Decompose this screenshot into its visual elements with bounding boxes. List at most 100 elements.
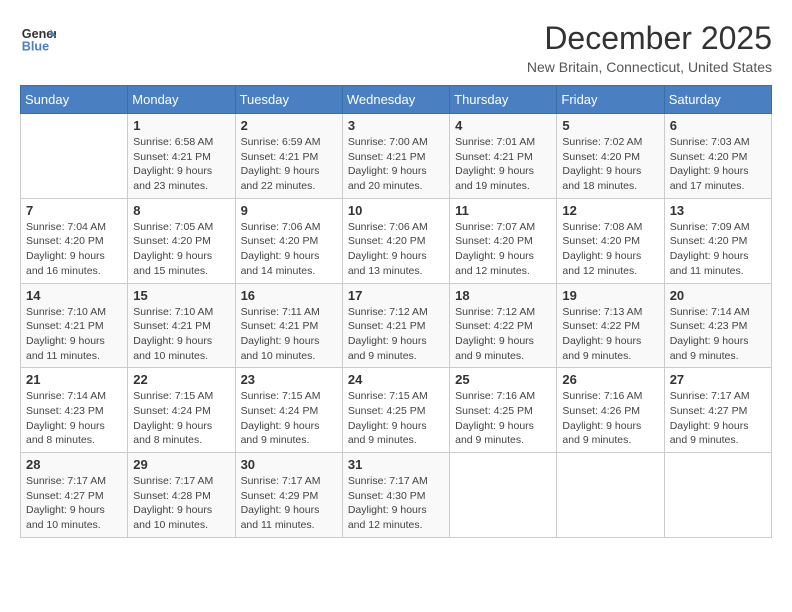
calendar-day-header: Wednesday: [342, 86, 449, 114]
day-info: Sunrise: 7:14 AM Sunset: 4:23 PM Dayligh…: [670, 305, 766, 364]
day-info: Sunrise: 7:10 AM Sunset: 4:21 PM Dayligh…: [26, 305, 122, 364]
day-info: Sunrise: 7:08 AM Sunset: 4:20 PM Dayligh…: [562, 220, 658, 279]
calendar-cell: [450, 453, 557, 538]
day-number: 11: [455, 203, 551, 218]
day-info: Sunrise: 7:04 AM Sunset: 4:20 PM Dayligh…: [26, 220, 122, 279]
calendar-cell: 5 Sunrise: 7:02 AM Sunset: 4:20 PM Daylig…: [557, 114, 664, 199]
day-info: Sunrise: 7:15 AM Sunset: 4:24 PM Dayligh…: [241, 389, 337, 448]
day-info: Sunrise: 7:09 AM Sunset: 4:20 PM Dayligh…: [670, 220, 766, 279]
day-number: 31: [348, 457, 444, 472]
page-header: General Blue December 2025 New Britain, …: [20, 20, 772, 75]
month-title: December 2025: [527, 20, 772, 57]
logo: General Blue: [20, 20, 60, 56]
calendar-cell: 21 Sunrise: 7:14 AM Sunset: 4:23 PM Dayli…: [21, 368, 128, 453]
day-number: 10: [348, 203, 444, 218]
calendar-cell: 15Sunrise: 7:10 AM Sunset: 4:21 PM Dayli…: [128, 283, 235, 368]
day-number: 26: [562, 372, 658, 387]
calendar-cell: 3Sunrise: 7:00 AM Sunset: 4:21 PM Daylig…: [342, 114, 449, 199]
calendar-cell: 17Sunrise: 7:12 AM Sunset: 4:21 PM Dayli…: [342, 283, 449, 368]
day-info: Sunrise: 7:17 AM Sunset: 4:30 PM Dayligh…: [348, 474, 444, 533]
calendar-header-row: SundayMondayTuesdayWednesdayThursdayFrid…: [21, 86, 772, 114]
day-number: 29: [133, 457, 229, 472]
calendar-week-row: 1Sunrise: 6:58 AM Sunset: 4:21 PM Daylig…: [21, 114, 772, 199]
day-number: 22: [133, 372, 229, 387]
day-info: Sunrise: 7:13 AM Sunset: 4:22 PM Dayligh…: [562, 305, 658, 364]
day-info: Sunrise: 7:05 AM Sunset: 4:20 PM Dayligh…: [133, 220, 229, 279]
day-number: 9: [241, 203, 337, 218]
calendar-cell: 12 Sunrise: 7:08 AM Sunset: 4:20 PM Dayli…: [557, 198, 664, 283]
calendar-cell: [557, 453, 664, 538]
day-number: 28: [26, 457, 122, 472]
calendar-cell: 29 Sunrise: 7:17 AM Sunset: 4:28 PM Dayli…: [128, 453, 235, 538]
day-info: Sunrise: 7:17 AM Sunset: 4:27 PM Dayligh…: [670, 389, 766, 448]
calendar-week-row: 21 Sunrise: 7:14 AM Sunset: 4:23 PM Dayli…: [21, 368, 772, 453]
day-info: Sunrise: 7:07 AM Sunset: 4:20 PM Dayligh…: [455, 220, 551, 279]
location-title: New Britain, Connecticut, United States: [527, 59, 772, 75]
day-info: Sunrise: 7:03 AM Sunset: 4:20 PM Dayligh…: [670, 135, 766, 194]
day-number: 25: [455, 372, 551, 387]
day-info: Sunrise: 7:17 AM Sunset: 4:27 PM Dayligh…: [26, 474, 122, 533]
logo-icon: General Blue: [20, 20, 56, 56]
day-number: 2: [241, 118, 337, 133]
calendar-cell: 13 Sunrise: 7:09 AM Sunset: 4:20 PM Dayli…: [664, 198, 771, 283]
svg-text:Blue: Blue: [22, 40, 49, 54]
calendar-cell: 22Sunrise: 7:15 AM Sunset: 4:24 PM Dayli…: [128, 368, 235, 453]
calendar-cell: 20 Sunrise: 7:14 AM Sunset: 4:23 PM Dayli…: [664, 283, 771, 368]
calendar-table: SundayMondayTuesdayWednesdayThursdayFrid…: [20, 85, 772, 538]
calendar-cell: 24 Sunrise: 7:15 AM Sunset: 4:25 PM Dayli…: [342, 368, 449, 453]
calendar-cell: 30Sunrise: 7:17 AM Sunset: 4:29 PM Dayli…: [235, 453, 342, 538]
calendar-day-header: Monday: [128, 86, 235, 114]
day-number: 14: [26, 288, 122, 303]
calendar-cell: 2Sunrise: 6:59 AM Sunset: 4:21 PM Daylig…: [235, 114, 342, 199]
day-info: Sunrise: 7:14 AM Sunset: 4:23 PM Dayligh…: [26, 389, 122, 448]
calendar-cell: 26 Sunrise: 7:16 AM Sunset: 4:26 PM Dayli…: [557, 368, 664, 453]
day-info: Sunrise: 7:12 AM Sunset: 4:22 PM Dayligh…: [455, 305, 551, 364]
day-number: 7: [26, 203, 122, 218]
calendar-cell: 28 Sunrise: 7:17 AM Sunset: 4:27 PM Dayli…: [21, 453, 128, 538]
day-number: 20: [670, 288, 766, 303]
day-number: 6: [670, 118, 766, 133]
day-info: Sunrise: 7:15 AM Sunset: 4:25 PM Dayligh…: [348, 389, 444, 448]
calendar-day-header: Saturday: [664, 86, 771, 114]
day-info: Sunrise: 7:17 AM Sunset: 4:29 PM Dayligh…: [241, 474, 337, 533]
calendar-body: 1Sunrise: 6:58 AM Sunset: 4:21 PM Daylig…: [21, 114, 772, 538]
day-number: 23: [241, 372, 337, 387]
day-number: 3: [348, 118, 444, 133]
title-block: December 2025 New Britain, Connecticut, …: [527, 20, 772, 75]
day-info: Sunrise: 7:16 AM Sunset: 4:25 PM Dayligh…: [455, 389, 551, 448]
day-number: 13: [670, 203, 766, 218]
calendar-cell: [21, 114, 128, 199]
day-number: 12: [562, 203, 658, 218]
calendar-cell: 10 Sunrise: 7:06 AM Sunset: 4:20 PM Dayli…: [342, 198, 449, 283]
calendar-cell: 8Sunrise: 7:05 AM Sunset: 4:20 PM Daylig…: [128, 198, 235, 283]
day-number: 19: [562, 288, 658, 303]
calendar-cell: 7 Sunrise: 7:04 AM Sunset: 4:20 PM Daylig…: [21, 198, 128, 283]
day-number: 27: [670, 372, 766, 387]
day-number: 24: [348, 372, 444, 387]
day-number: 5: [562, 118, 658, 133]
day-info: Sunrise: 7:16 AM Sunset: 4:26 PM Dayligh…: [562, 389, 658, 448]
day-number: 1: [133, 118, 229, 133]
calendar-cell: 18 Sunrise: 7:12 AM Sunset: 4:22 PM Dayli…: [450, 283, 557, 368]
calendar-cell: 19 Sunrise: 7:13 AM Sunset: 4:22 PM Dayli…: [557, 283, 664, 368]
calendar-cell: 27 Sunrise: 7:17 AM Sunset: 4:27 PM Dayli…: [664, 368, 771, 453]
day-info: Sunrise: 7:06 AM Sunset: 4:20 PM Dayligh…: [348, 220, 444, 279]
calendar-cell: 9 Sunrise: 7:06 AM Sunset: 4:20 PM Daylig…: [235, 198, 342, 283]
calendar-cell: 16 Sunrise: 7:11 AM Sunset: 4:21 PM Dayli…: [235, 283, 342, 368]
calendar-cell: 23 Sunrise: 7:15 AM Sunset: 4:24 PM Dayli…: [235, 368, 342, 453]
day-info: Sunrise: 7:02 AM Sunset: 4:20 PM Dayligh…: [562, 135, 658, 194]
calendar-cell: 11 Sunrise: 7:07 AM Sunset: 4:20 PM Dayli…: [450, 198, 557, 283]
day-number: 18: [455, 288, 551, 303]
day-info: Sunrise: 7:01 AM Sunset: 4:21 PM Dayligh…: [455, 135, 551, 194]
calendar-cell: 6 Sunrise: 7:03 AM Sunset: 4:20 PM Daylig…: [664, 114, 771, 199]
day-number: 15: [133, 288, 229, 303]
day-info: Sunrise: 7:17 AM Sunset: 4:28 PM Dayligh…: [133, 474, 229, 533]
day-number: 4: [455, 118, 551, 133]
calendar-day-header: Friday: [557, 86, 664, 114]
day-number: 21: [26, 372, 122, 387]
day-info: Sunrise: 7:06 AM Sunset: 4:20 PM Dayligh…: [241, 220, 337, 279]
day-number: 16: [241, 288, 337, 303]
day-info: Sunrise: 7:11 AM Sunset: 4:21 PM Dayligh…: [241, 305, 337, 364]
calendar-day-header: Thursday: [450, 86, 557, 114]
calendar-cell: 14 Sunrise: 7:10 AM Sunset: 4:21 PM Dayli…: [21, 283, 128, 368]
